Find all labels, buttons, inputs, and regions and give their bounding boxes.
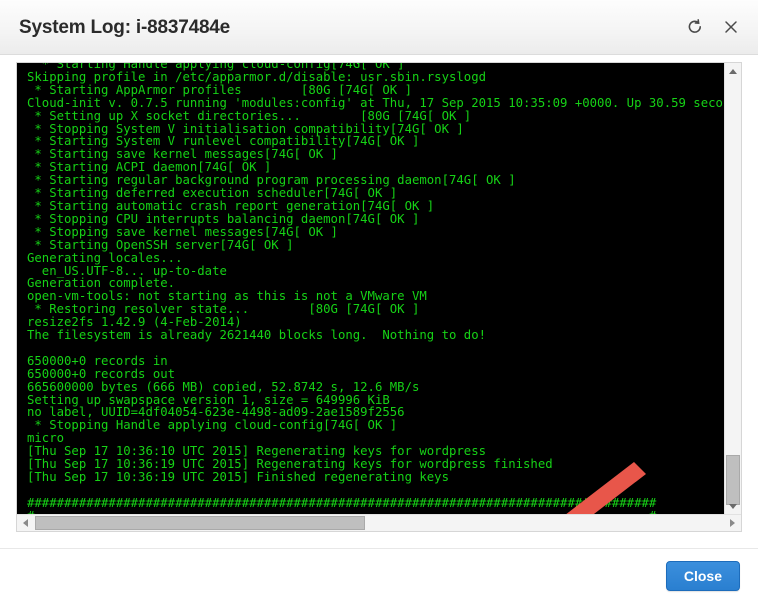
- log-viewport[interactable]: * Starting Handle applying cloud-config[…: [17, 63, 724, 515]
- dialog-titlebar: System Log: i-8837484e: [0, 0, 758, 55]
- scroll-down-arrow-icon[interactable]: [725, 498, 741, 515]
- horizontal-scrollbar[interactable]: [17, 514, 741, 531]
- scroll-left-arrow-icon[interactable]: [17, 515, 34, 531]
- vertical-scrollbar[interactable]: [724, 63, 741, 515]
- scroll-right-arrow-icon[interactable]: [724, 515, 741, 531]
- log-output-text: * Starting Handle applying cloud-config[…: [27, 63, 724, 515]
- scroll-up-arrow-icon[interactable]: [725, 63, 741, 80]
- page-title: System Log: i-8837484e: [19, 17, 231, 38]
- refresh-icon[interactable]: [684, 16, 706, 38]
- close-icon[interactable]: [720, 16, 742, 38]
- dialog-footer: Close: [0, 548, 758, 610]
- horizontal-scrollbar-thumb[interactable]: [35, 516, 365, 530]
- close-button[interactable]: Close: [665, 561, 740, 591]
- titlebar-actions: [684, 16, 742, 38]
- system-log-panel: * Starting Handle applying cloud-config[…: [16, 62, 742, 532]
